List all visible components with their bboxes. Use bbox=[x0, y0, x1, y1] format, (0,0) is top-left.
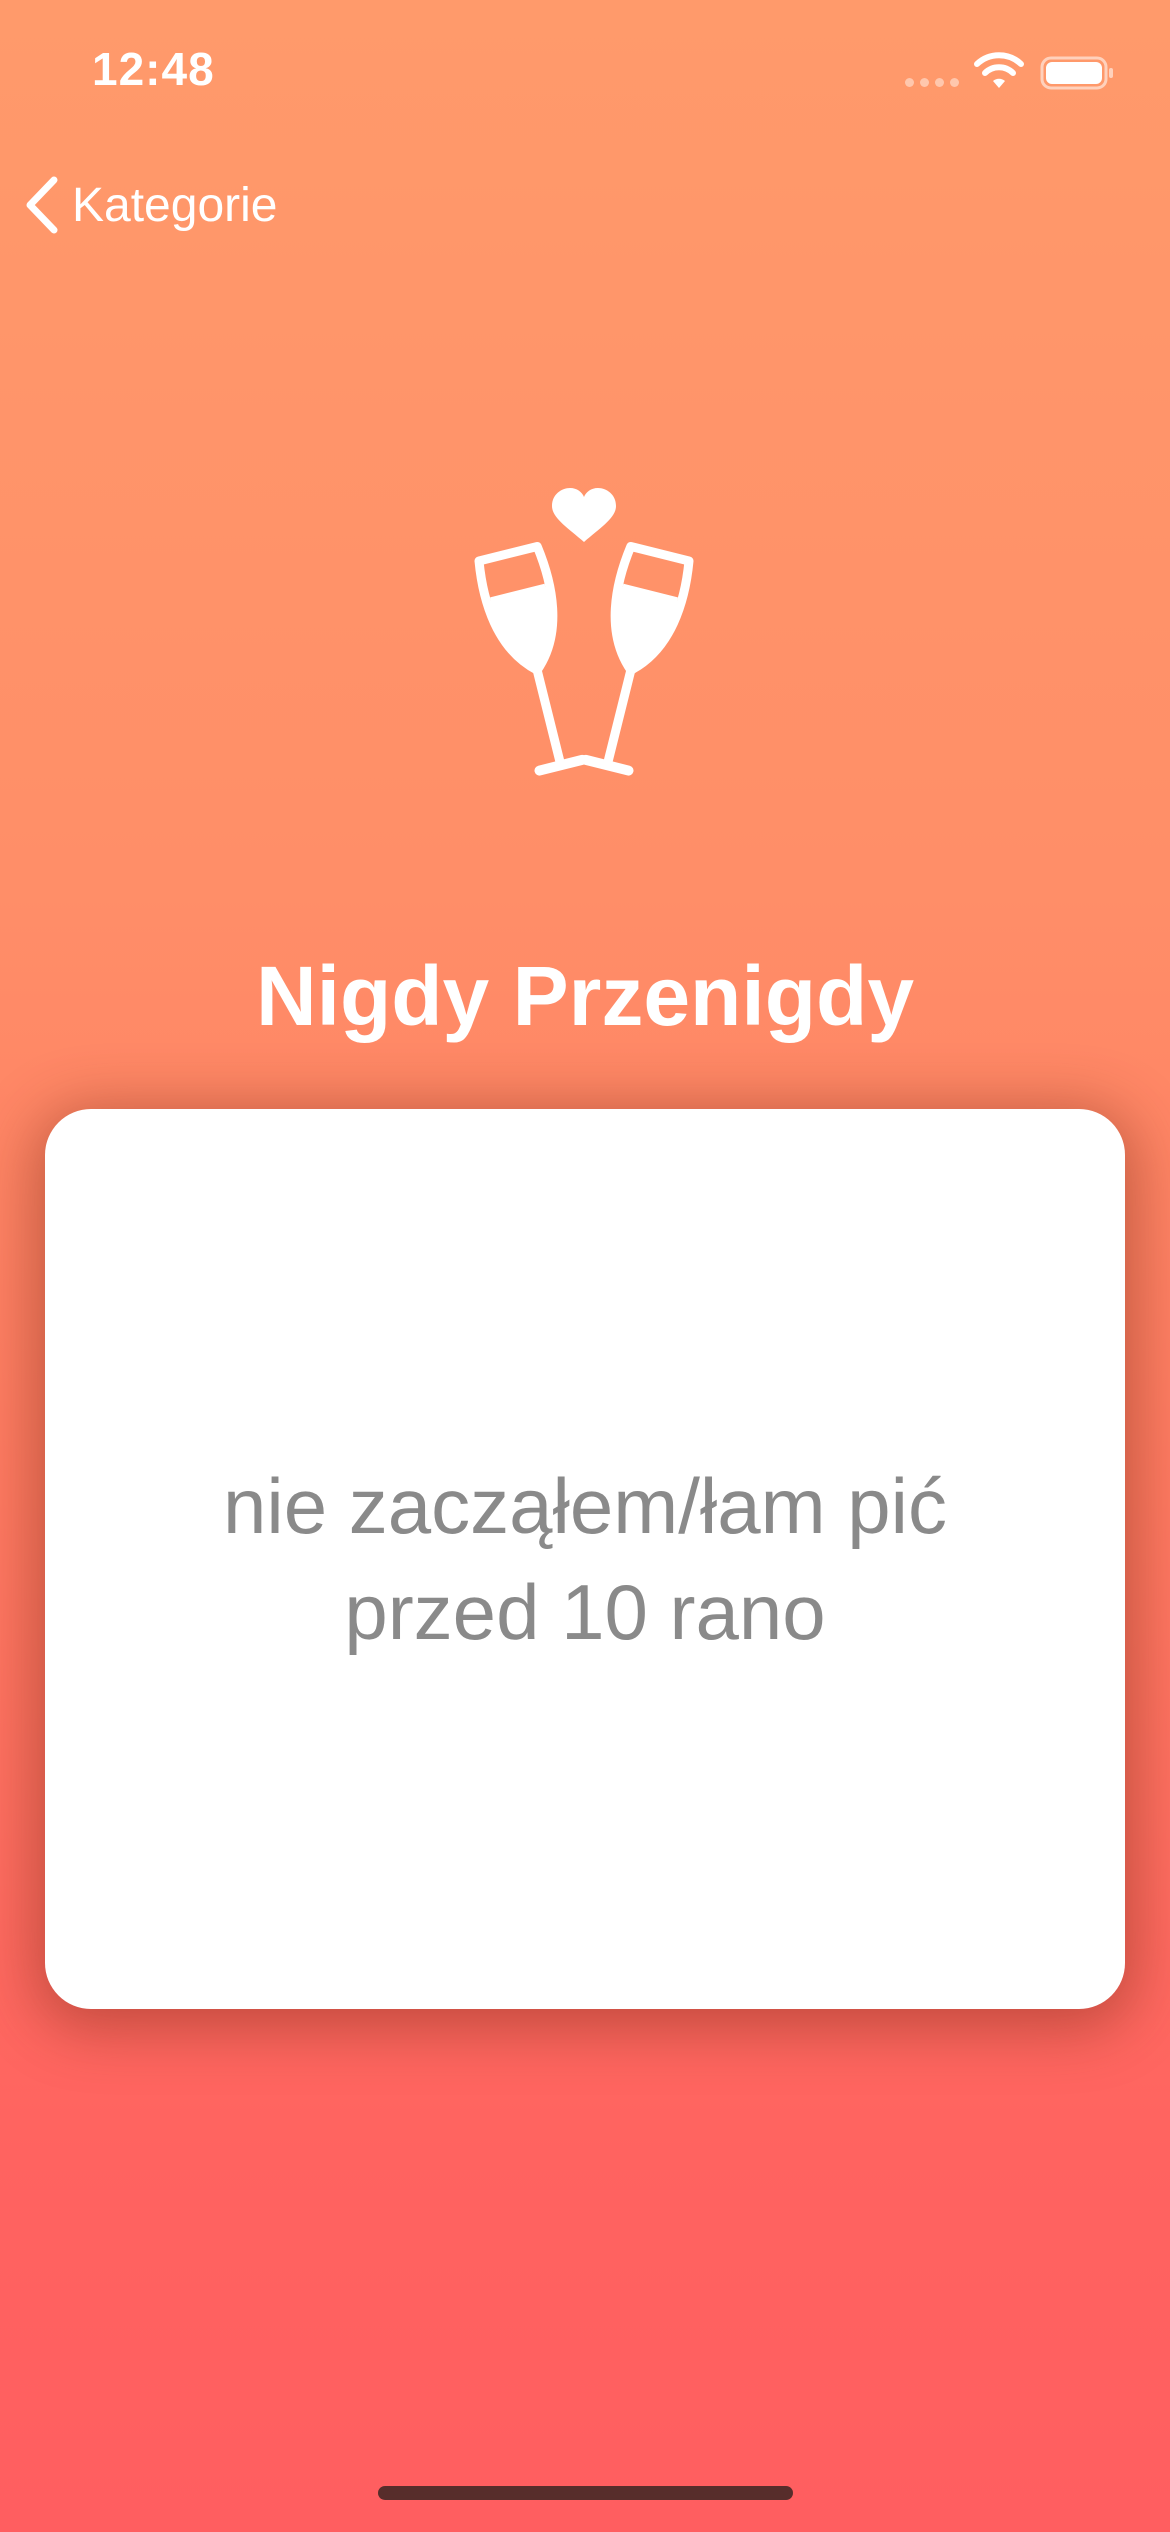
back-button-label: Kategorie bbox=[72, 178, 278, 232]
status-bar: 12:48 bbox=[0, 0, 1170, 150]
back-button[interactable]: Kategorie bbox=[22, 170, 277, 240]
game-screen: 12:48 Kategorie Nigdy Przenigdy nie zacz… bbox=[0, 0, 1170, 2532]
cheers-icon bbox=[474, 488, 694, 776]
signal-icon bbox=[905, 78, 959, 87]
question-card[interactable]: nie zacząłem/łam pić przed 10 rano bbox=[45, 1109, 1125, 2009]
status-time: 12:48 bbox=[92, 43, 215, 95]
chevron-left-icon bbox=[26, 176, 58, 234]
wifi-icon bbox=[974, 52, 1024, 88]
home-indicator[interactable] bbox=[378, 2486, 793, 2500]
category-title: Nigdy Przenigdy bbox=[255, 949, 915, 1043]
battery-icon bbox=[1040, 56, 1113, 90]
question-text: nie zacząłem/łam pić przed 10 rano bbox=[223, 1462, 947, 1656]
